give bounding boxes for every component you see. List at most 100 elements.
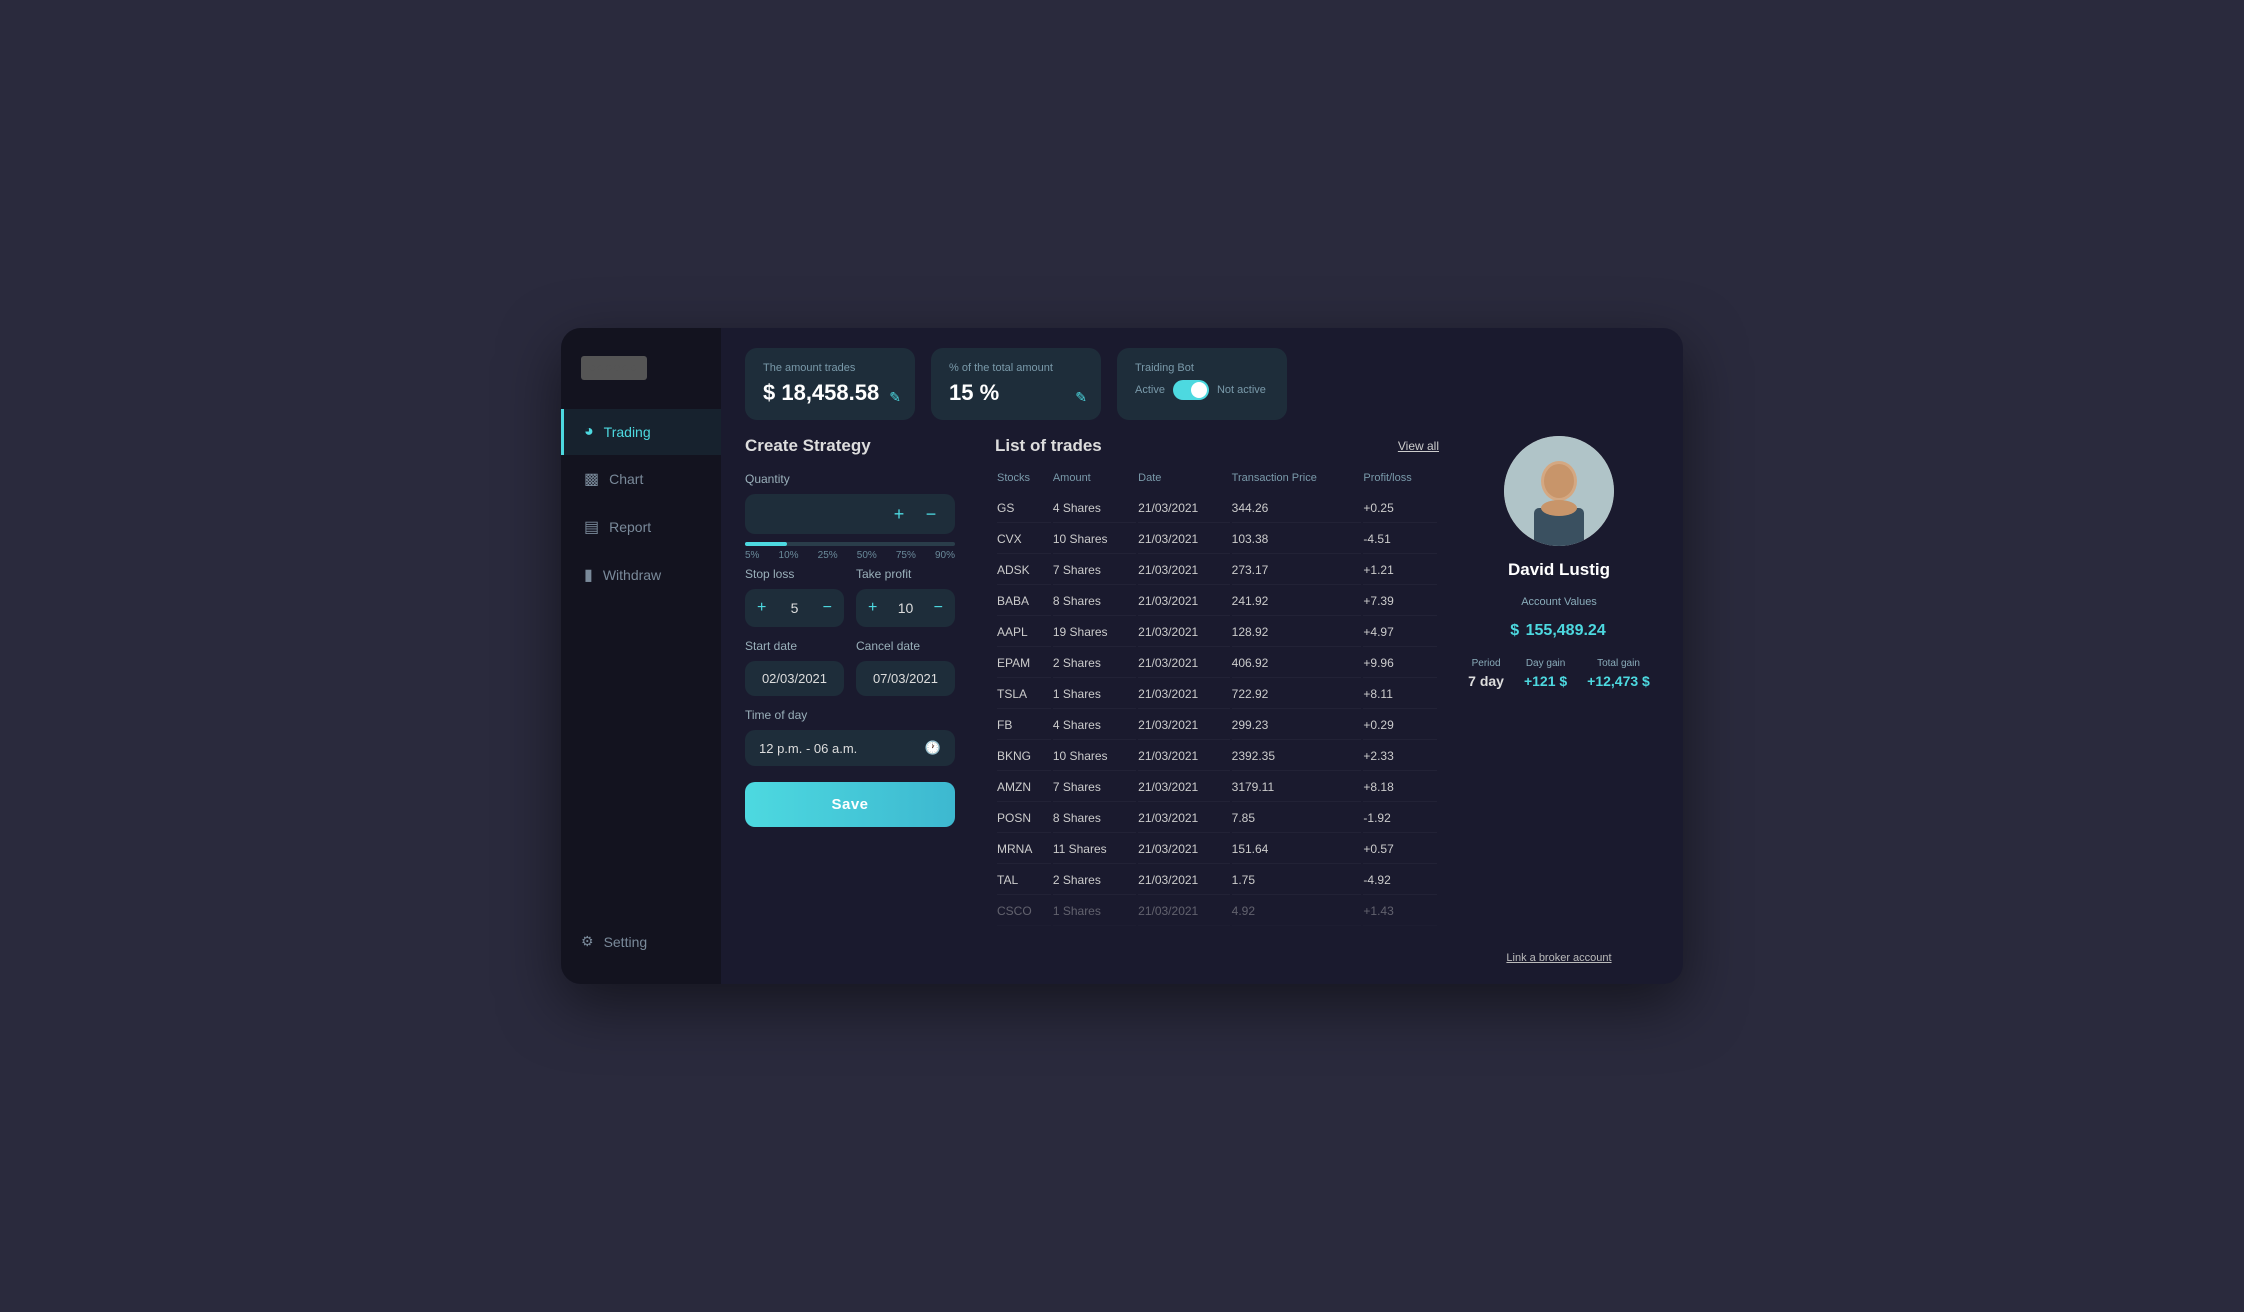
table-header-row: Stocks Amount Date Transaction Price Pro… [997,472,1437,492]
cell-profit: +8.18 [1363,773,1437,802]
stat-card-amount: The amount trades $ 18,458.58 ✎ [745,348,915,420]
cell-profit: -1.92 [1363,804,1437,833]
content-area: Create Strategy Quantity + − 5% 10% 25% … [721,436,1683,984]
edit-amount-icon[interactable]: ✎ [889,389,901,406]
total-gain-stat: Total gain +12,473 $ [1587,658,1650,689]
cell-profit: +0.57 [1363,835,1437,864]
period-label: Period [1468,658,1504,669]
total-gain-value: +12,473 $ [1587,673,1650,689]
cell-price: 7.85 [1232,804,1362,833]
slider-container[interactable]: 5% 10% 25% 50% 75% 90% [745,542,955,561]
start-date-label: Start date [745,639,844,653]
stat-card-bot: Traiding Bot Active Not active [1117,348,1287,420]
cancel-date-input[interactable]: 07/03/2021 [856,661,955,696]
quantity-plus-btn[interactable]: + [889,504,909,524]
app-container: •••••• ◕ Trading ▩ Chart ▤ Report ▮ With… [561,328,1683,984]
profile-name: David Lustig [1508,560,1610,580]
cell-stock: ADSK [997,556,1051,585]
amount-value: $ 18,458.58 [763,380,897,406]
cell-profit: +0.29 [1363,711,1437,740]
cell-price: 1.75 [1232,866,1362,895]
cell-amount: 2 Shares [1053,866,1136,895]
bot-label: Traiding Bot [1135,362,1269,374]
cell-date: 21/03/2021 [1138,835,1229,864]
cell-date: 21/03/2021 [1138,680,1229,709]
sidebar-item-withdraw[interactable]: ▮ Withdraw [561,551,721,599]
cell-price: 2392.35 [1232,742,1362,771]
start-date-input[interactable]: 02/03/2021 [745,661,844,696]
trades-table: Stocks Amount Date Transaction Price Pro… [995,470,1439,928]
quantity-input: + − [745,494,955,534]
col-price: Transaction Price [1232,472,1362,492]
period-stat: Period 7 day [1468,658,1504,689]
stop-loss-plus[interactable]: + [757,599,766,617]
cell-amount: 19 Shares [1053,618,1136,647]
sidebar-item-setting[interactable]: ⚙ Setting [561,919,721,964]
cell-amount: 1 Shares [1053,680,1136,709]
slider-labels: 5% 10% 25% 50% 75% 90% [745,550,955,561]
cell-profit: +8.11 [1363,680,1437,709]
cell-date: 21/03/2021 [1138,866,1229,895]
cell-amount: 2 Shares [1053,649,1136,678]
cell-date: 21/03/2021 [1138,618,1229,647]
cell-amount: 7 Shares [1053,773,1136,802]
time-input[interactable]: 12 p.m. - 06 a.m. 🕐 [745,730,955,766]
cancel-date-label: Cancel date [856,639,955,653]
col-date: Date [1138,472,1229,492]
table-row: AMZN 7 Shares 21/03/2021 3179.11 +8.18 [997,773,1437,802]
sidebar-item-report[interactable]: ▤ Report [561,503,721,551]
cell-amount: 7 Shares [1053,556,1136,585]
quantity-minus-btn[interactable]: − [921,504,941,524]
take-profit-minus[interactable]: − [934,599,943,617]
table-row: CSCO 1 Shares 21/03/2021 4.92 +1.43 [997,897,1437,926]
table-row: GS 4 Shares 21/03/2021 344.26 +0.25 [997,494,1437,523]
edit-percent-icon[interactable]: ✎ [1075,389,1087,406]
cell-price: 241.92 [1232,587,1362,616]
slider-fill [745,542,787,546]
cell-stock: FB [997,711,1051,740]
table-row: FB 4 Shares 21/03/2021 299.23 +0.29 [997,711,1437,740]
stop-loss-minus[interactable]: − [823,599,832,617]
cell-price: 128.92 [1232,618,1362,647]
bot-toggle[interactable] [1173,380,1209,400]
cell-amount: 10 Shares [1053,525,1136,554]
sidebar: •••••• ◕ Trading ▩ Chart ▤ Report ▮ With… [561,328,721,984]
broker-link[interactable]: Link a broker account [1506,932,1611,964]
view-all-link[interactable]: View all [1398,439,1439,453]
cell-date: 21/03/2021 [1138,804,1229,833]
day-gain-value: +121 $ [1524,673,1567,689]
sidebar-item-trading[interactable]: ◕ Trading [561,409,721,455]
cell-profit: +9.96 [1363,649,1437,678]
cell-amount: 8 Shares [1053,587,1136,616]
time-label: Time of day [745,708,955,722]
strategy-title: Create Strategy [745,436,955,456]
trades-panel: List of trades View all Stocks Amount Da… [975,436,1459,964]
cell-date: 21/03/2021 [1138,525,1229,554]
amount-label: The amount trades [763,362,897,374]
cell-stock: CVX [997,525,1051,554]
cell-profit: +1.43 [1363,897,1437,926]
table-row: TAL 2 Shares 21/03/2021 1.75 -4.92 [997,866,1437,895]
stop-loss-value: 5 [791,600,799,616]
cell-profit: +2.33 [1363,742,1437,771]
trades-tbody: GS 4 Shares 21/03/2021 344.26 +0.25 CVX … [997,494,1437,926]
take-profit-value: 10 [898,600,914,616]
take-profit-label: Take profit [856,567,955,581]
table-row: MRNA 11 Shares 21/03/2021 151.64 +0.57 [997,835,1437,864]
take-profit-plus[interactable]: + [868,599,877,617]
cell-price: 722.92 [1232,680,1362,709]
col-stocks: Stocks [997,472,1051,492]
time-value: 12 p.m. - 06 a.m. [759,741,857,756]
stop-loss-label: Stop loss [745,567,844,581]
stop-loss-stepper: + 5 − [745,589,844,627]
cell-stock: EPAM [997,649,1051,678]
cell-stock: AAPL [997,618,1051,647]
bot-active-label: Active [1135,384,1165,396]
save-button[interactable]: Save [745,782,955,827]
cell-price: 273.17 [1232,556,1362,585]
stat-card-percent: % of the total amount 15 % ✎ [931,348,1101,420]
cell-price: 406.92 [1232,649,1362,678]
cell-price: 4.92 [1232,897,1362,926]
sidebar-item-chart[interactable]: ▩ Chart [561,455,721,503]
cell-amount: 11 Shares [1053,835,1136,864]
